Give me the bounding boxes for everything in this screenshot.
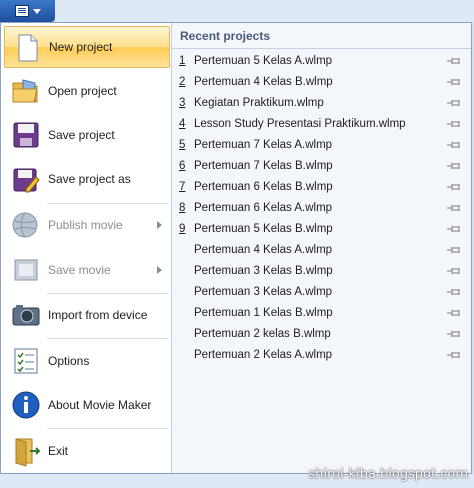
submenu-arrow-icon xyxy=(157,266,162,274)
options-label: Options xyxy=(48,354,90,368)
pin-icon[interactable] xyxy=(447,57,461,65)
recent-project-name: Pertemuan 2 kelas B.wlmp xyxy=(194,328,331,340)
recent-project-item[interactable]: Pertemuan 3 Kelas A.wlmp xyxy=(172,282,471,303)
pin-icon[interactable] xyxy=(447,78,461,86)
recent-project-name: Kegiatan Praktikum.wlmp xyxy=(194,97,324,109)
recent-project-item[interactable]: 1 Pertemuan 5 Kelas A.wlmp xyxy=(172,51,471,72)
pin-icon[interactable] xyxy=(447,183,461,191)
recent-project-item[interactable]: Pertemuan 3 Kelas B.wlmp xyxy=(172,261,471,282)
film-icon xyxy=(14,259,38,281)
pin-icon[interactable] xyxy=(447,141,461,149)
save-project-label: Save project xyxy=(48,128,115,142)
pin-icon[interactable] xyxy=(447,246,461,254)
watermark-text: shiroi-kiba.blogspot.com xyxy=(308,467,468,482)
pin-icon[interactable] xyxy=(447,309,461,317)
recent-project-number: 7 xyxy=(179,181,186,193)
recent-project-number: 5 xyxy=(179,139,186,151)
pin-icon[interactable] xyxy=(447,267,461,275)
publish-movie-item[interactable]: Publish movie xyxy=(4,204,170,246)
new-project-label: New project xyxy=(49,40,113,54)
recent-project-name: Pertemuan 5 Kelas A.wlmp xyxy=(194,55,333,67)
application-menu-button[interactable] xyxy=(0,0,55,22)
recent-project-name: Pertemuan 6 Kelas B.wlmp xyxy=(194,181,333,193)
recent-project-name: Pertemuan 7 Kelas A.wlmp xyxy=(194,139,333,151)
folder-open-icon xyxy=(12,79,38,103)
recent-projects-list: 1 Pertemuan 5 Kelas A.wlmp 2 Pertemuan 4 Ke… xyxy=(172,51,471,366)
save-project-as-item[interactable]: Save project as xyxy=(4,158,170,200)
recent-project-item[interactable]: 2 Pertemuan 4 Kelas B.wlmp xyxy=(172,72,471,93)
camera-icon xyxy=(12,305,40,326)
save-movie-item[interactable]: Save movie xyxy=(4,249,170,291)
save-project-item[interactable]: Save project xyxy=(4,114,170,156)
recent-project-number: 1 xyxy=(179,55,186,67)
save-as-icon xyxy=(13,168,40,193)
recent-project-item[interactable]: 3 Kegiatan Praktikum.wlmp xyxy=(172,93,471,114)
globe-icon xyxy=(12,212,38,238)
new-document-icon xyxy=(18,34,38,62)
recent-project-item[interactable]: Pertemuan 1 Kelas B.wlmp xyxy=(172,303,471,324)
recent-project-name: Lesson Study Presentasi Praktikum.wlmp xyxy=(194,118,406,130)
pin-icon[interactable] xyxy=(447,288,461,296)
import-from-device-label: Import from device xyxy=(48,308,148,322)
submenu-arrow-icon xyxy=(157,221,162,229)
recent-project-item[interactable]: Pertemuan 2 Kelas A.wlmp xyxy=(172,345,471,366)
caret-down-icon xyxy=(32,8,41,14)
recent-project-item[interactable]: 5 Pertemuan 7 Kelas A.wlmp xyxy=(172,135,471,156)
application-menu: New project Open project Save project Sa… xyxy=(0,22,472,474)
recent-project-item[interactable]: 9 Pertemuan 5 Kelas B.wlmp xyxy=(172,219,471,240)
menu-separator xyxy=(47,338,169,339)
open-project-label: Open project xyxy=(48,84,117,98)
new-project-item[interactable]: New project xyxy=(4,26,170,68)
exit-door-icon xyxy=(15,438,41,467)
options-item[interactable]: Options xyxy=(4,340,170,382)
recent-project-name: Pertemuan 1 Kelas B.wlmp xyxy=(194,307,333,319)
publish-movie-label: Publish movie xyxy=(48,218,123,232)
document-icon xyxy=(14,5,29,17)
recent-project-name: Pertemuan 2 Kelas A.wlmp xyxy=(194,349,333,361)
recent-project-item[interactable]: 7 Pertemuan 6 Kelas B.wlmp xyxy=(172,177,471,198)
recent-project-number: 2 xyxy=(179,76,186,88)
recent-project-name: Pertemuan 4 Kelas A.wlmp xyxy=(194,244,333,256)
save-movie-label: Save movie xyxy=(48,263,111,277)
recent-project-number: 3 xyxy=(179,97,186,109)
recent-project-number: 9 xyxy=(179,223,186,235)
recent-project-item[interactable]: 6 Pertemuan 7 Kelas B.wlmp xyxy=(172,156,471,177)
floppy-disk-icon xyxy=(13,122,39,148)
menu-commands-pane: New project Open project Save project Sa… xyxy=(1,23,172,473)
pin-icon[interactable] xyxy=(447,351,461,359)
recent-project-number: 6 xyxy=(179,160,186,172)
pin-icon[interactable] xyxy=(447,120,461,128)
recent-project-item[interactable]: 8 Pertemuan 6 Kelas A.wlmp xyxy=(172,198,471,219)
save-project-as-label: Save project as xyxy=(48,172,131,186)
checklist-icon xyxy=(14,348,38,374)
recent-projects-pane: Recent projects 1 Pertemuan 5 Kelas A.wlm… xyxy=(172,23,471,473)
pin-icon[interactable] xyxy=(447,99,461,107)
recent-project-number: 8 xyxy=(179,202,186,214)
recent-project-name: Pertemuan 4 Kelas B.wlmp xyxy=(194,76,333,88)
recent-project-name: Pertemuan 7 Kelas B.wlmp xyxy=(194,160,333,172)
recent-project-number: 4 xyxy=(179,118,186,130)
exit-label: Exit xyxy=(48,444,69,458)
open-project-item[interactable]: Open project xyxy=(4,70,170,112)
recent-project-name: Pertemuan 3 Kelas A.wlmp xyxy=(194,286,333,298)
recent-project-item[interactable]: Pertemuan 2 kelas B.wlmp xyxy=(172,324,471,345)
recent-project-name: Pertemuan 3 Kelas B.wlmp xyxy=(194,265,333,277)
info-icon xyxy=(12,391,40,419)
pin-icon[interactable] xyxy=(447,330,461,338)
pin-icon[interactable] xyxy=(447,225,461,233)
recent-project-name: Pertemuan 5 Kelas B.wlmp xyxy=(194,223,333,235)
about-movie-maker-label: About Movie Maker xyxy=(48,398,152,412)
recent-project-item[interactable]: 4 Lesson Study Presentasi Praktikum.wlmp xyxy=(172,114,471,135)
recent-project-name: Pertemuan 6 Kelas A.wlmp xyxy=(194,202,333,214)
recent-projects-header: Recent projects xyxy=(172,23,471,49)
pin-icon[interactable] xyxy=(447,204,461,212)
import-from-device-item[interactable]: Import from device xyxy=(4,294,170,336)
about-movie-maker-item[interactable]: About Movie Maker xyxy=(4,384,170,426)
pin-icon[interactable] xyxy=(447,162,461,170)
recent-project-item[interactable]: Pertemuan 4 Kelas A.wlmp xyxy=(172,240,471,261)
exit-item[interactable]: Exit xyxy=(4,430,170,472)
menu-separator xyxy=(47,428,169,429)
ribbon-tab-strip xyxy=(55,0,474,22)
